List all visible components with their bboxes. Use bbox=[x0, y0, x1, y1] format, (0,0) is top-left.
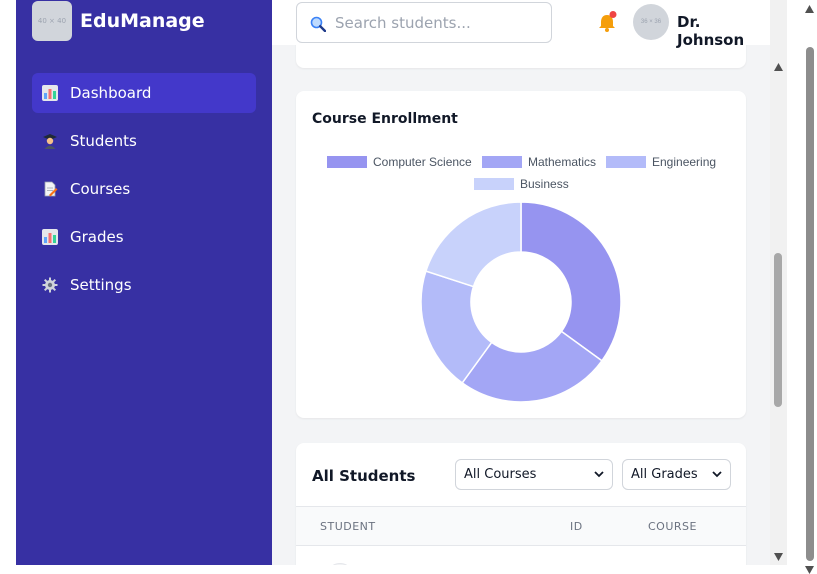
column-header-student[interactable]: STUDENT bbox=[320, 520, 376, 533]
legend-item-business[interactable]: Business bbox=[474, 177, 569, 191]
content-scrollbar[interactable] bbox=[770, 0, 787, 565]
window-scrollbar[interactable] bbox=[801, 0, 817, 574]
donut-slice-computer-science[interactable] bbox=[520, 201, 622, 362]
window-scroll-down-arrow-icon[interactable] bbox=[805, 566, 814, 574]
course-enrollment-card: Course Enrollment Computer Science Mathe… bbox=[296, 91, 746, 418]
sidebar-item-grades[interactable]: Grades bbox=[32, 217, 256, 257]
avatar-placeholder-text: 36 × 36 bbox=[640, 19, 662, 25]
donut-slice-business[interactable] bbox=[424, 201, 522, 288]
legend-item-mathematics[interactable]: Mathematics bbox=[482, 155, 596, 169]
top-header: 36 × 36 Dr. Johnson bbox=[272, 0, 770, 49]
course-filter-select[interactable]: All Courses bbox=[455, 459, 613, 490]
gear-icon bbox=[42, 277, 58, 293]
sidebar-item-label: Grades bbox=[70, 228, 124, 246]
legend-swatch bbox=[474, 178, 514, 190]
course-filter-wrapper: All Courses bbox=[455, 459, 613, 490]
grade-filter-wrapper: All Grades bbox=[622, 459, 731, 490]
window-scroll-up-arrow-icon[interactable] bbox=[805, 5, 814, 13]
notification-dot bbox=[609, 11, 617, 18]
column-header-id[interactable]: ID bbox=[570, 520, 583, 533]
sidebar-item-label: Courses bbox=[70, 180, 131, 198]
legend-item-computer-science[interactable]: Computer Science bbox=[327, 155, 472, 169]
grade-filter-select[interactable]: All Grades bbox=[622, 459, 731, 490]
window-bottom-edge bbox=[0, 565, 801, 574]
table-header: STUDENT ID COURSE bbox=[296, 506, 746, 546]
search-input[interactable] bbox=[335, 11, 535, 35]
sidebar-item-settings[interactable]: Settings bbox=[32, 265, 256, 305]
legend-label: Business bbox=[520, 177, 569, 191]
legend-item-engineering[interactable]: Engineering bbox=[606, 155, 716, 169]
logo: 40 × 40 bbox=[32, 1, 72, 41]
scroll-up-arrow-icon[interactable] bbox=[774, 63, 783, 71]
sidebar-item-label: Students bbox=[70, 132, 137, 150]
legend-swatch bbox=[606, 156, 646, 168]
bar-chart-icon bbox=[42, 85, 58, 101]
all-students-card: All Students All Courses All Grades STUD… bbox=[296, 443, 746, 565]
search-icon bbox=[310, 16, 326, 32]
user-avatar[interactable]: 36 × 36 bbox=[633, 4, 669, 40]
sidebar-item-courses[interactable]: Courses bbox=[32, 169, 256, 209]
sidebar-item-dashboard[interactable]: Dashboard bbox=[32, 73, 256, 113]
legend-label: Engineering bbox=[652, 155, 717, 169]
column-header-course[interactable]: COURSE bbox=[648, 520, 697, 533]
sidebar: 40 × 40 EduManage Dashboard Students Cou… bbox=[16, 0, 272, 565]
enrollment-donut-chart bbox=[420, 201, 622, 403]
sidebar-item-students[interactable]: Students bbox=[32, 121, 256, 161]
search-box[interactable] bbox=[296, 2, 552, 43]
bar-chart-icon bbox=[42, 229, 58, 245]
legend-label: Computer Science bbox=[373, 155, 472, 169]
sidebar-item-label: Settings bbox=[70, 276, 132, 294]
sidebar-item-label: Dashboard bbox=[70, 84, 152, 102]
scroll-down-arrow-icon[interactable] bbox=[774, 553, 783, 561]
chart-title: Course Enrollment bbox=[312, 111, 458, 127]
legend-label: Mathematics bbox=[528, 155, 597, 169]
scrollbar-thumb[interactable] bbox=[774, 253, 782, 407]
notification-bell-icon[interactable] bbox=[596, 11, 618, 33]
document-icon bbox=[42, 181, 58, 197]
legend-swatch bbox=[327, 156, 367, 168]
app-name: EduManage bbox=[80, 10, 205, 32]
legend-swatch bbox=[482, 156, 522, 168]
main-content: Course Enrollment Computer Science Mathe… bbox=[272, 0, 770, 565]
window-scrollbar-thumb[interactable] bbox=[806, 47, 814, 561]
students-title: All Students bbox=[312, 467, 416, 485]
student-icon bbox=[42, 133, 58, 149]
logo-placeholder-text: 40 × 40 bbox=[37, 17, 67, 25]
user-name[interactable]: Dr. Johnson bbox=[677, 13, 770, 49]
